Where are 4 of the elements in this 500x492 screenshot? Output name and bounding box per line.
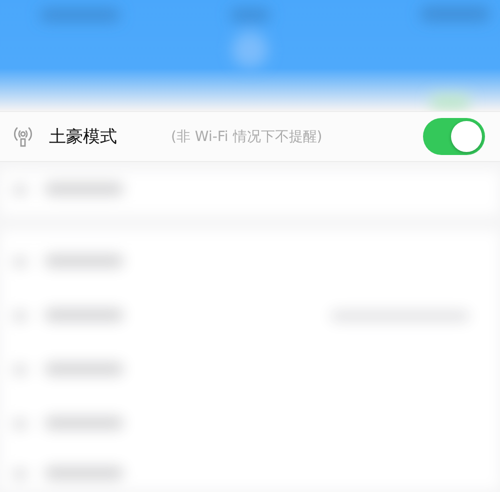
setting-hint: (非 Wi-Fi 情况下不提醒) xyxy=(171,128,324,146)
toggle-switch[interactable] xyxy=(423,118,485,155)
setting-label: 土豪模式 xyxy=(49,126,118,148)
signal-tower-icon xyxy=(12,124,34,148)
